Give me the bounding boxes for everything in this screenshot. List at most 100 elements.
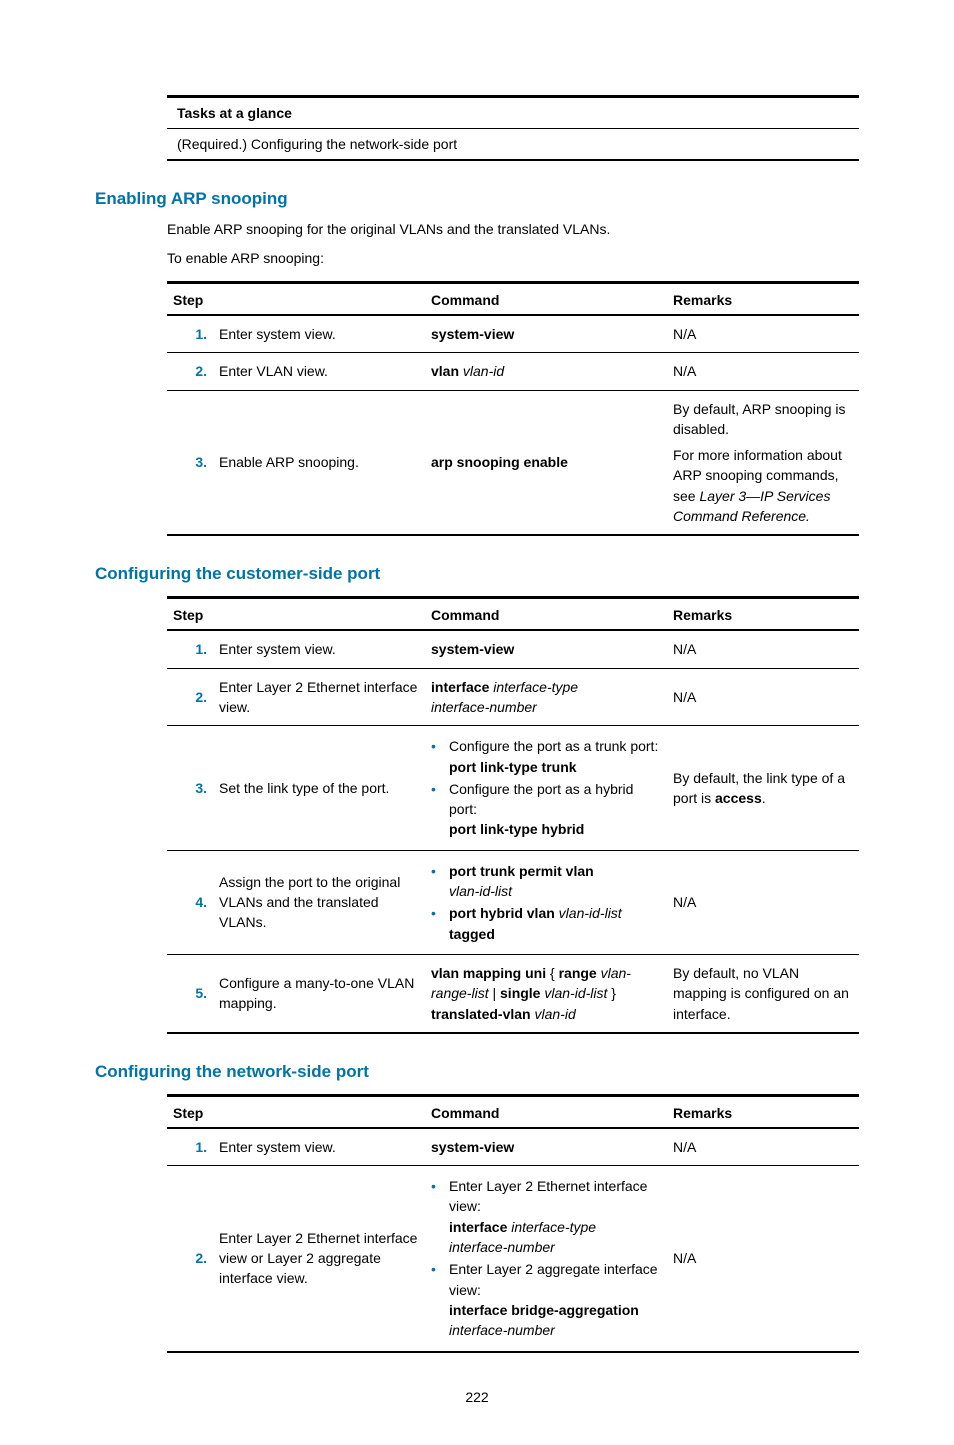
step-desc: Assign the port to the original VLANs an… [213, 850, 425, 954]
cust-th-command: Command [425, 598, 667, 631]
table-row: 1. Enter system view. system-view N/A [167, 315, 859, 353]
remarks-text: . [762, 790, 766, 806]
net-table-wrap: Step Command Remarks 1. Enter system vie… [167, 1094, 859, 1353]
cmd-bold: vlan mapping uni [431, 965, 546, 981]
step-desc: Set the link type of the port. [213, 726, 425, 850]
arp-para-2: To enable ARP snooping: [167, 248, 859, 269]
step-desc: Enter Layer 2 Ethernet interface view or… [213, 1166, 425, 1352]
cmd-text: | [489, 985, 500, 1001]
step-command: arp snooping enable [425, 390, 667, 535]
list-item: port hybrid vlan vlan-id-list tagged [431, 903, 661, 944]
cust-th-remarks: Remarks [667, 598, 859, 631]
step-remarks: N/A [667, 850, 859, 954]
step-number: 2. [167, 353, 213, 390]
net-steps-table: Step Command Remarks 1. Enter system vie… [167, 1094, 859, 1353]
net-th-remarks: Remarks [667, 1095, 859, 1128]
step-number: 1. [167, 315, 213, 353]
step-remarks: By default, the link type of a port is a… [667, 726, 859, 850]
step-number: 1. [167, 630, 213, 668]
step-number: 4. [167, 850, 213, 954]
step-remarks: N/A [667, 353, 859, 390]
page-content: Tasks at a glance (Required.) Configurin… [0, 0, 954, 1445]
step-remarks: N/A [667, 630, 859, 668]
list-item: Enter Layer 2 Ethernet interface view:in… [431, 1176, 661, 1257]
cmd-italic: vlan-id-list [540, 985, 607, 1001]
step-remarks: N/A [667, 1128, 859, 1166]
step-remarks: N/A [667, 668, 859, 726]
page-number: 222 [95, 1389, 859, 1405]
cmd-bold: translated-vlan [431, 1006, 531, 1022]
remarks-line: By default, ARP snooping is disabled. [673, 399, 853, 440]
cmd-text: Enter Layer 2 aggregate interface view: [449, 1261, 658, 1297]
cmd-bold: vlan [431, 363, 459, 379]
table-row: 1. Enter system view. system-view N/A [167, 630, 859, 668]
remarks-bold: access [715, 790, 762, 806]
table-row: 1. Enter system view. system-view N/A [167, 1128, 859, 1166]
arp-para-1: Enable ARP snooping for the original VLA… [167, 219, 859, 240]
cust-table-wrap: Step Command Remarks 1. Enter system vie… [167, 596, 859, 1033]
cmd-bold: interface [449, 1219, 507, 1235]
arp-table-wrap: Step Command Remarks 1. Enter system vie… [167, 281, 859, 536]
step-desc: Enable ARP snooping. [213, 390, 425, 535]
step-command: system-view [425, 315, 667, 353]
table-row: 5. Configure a many-to-one VLAN mapping.… [167, 954, 859, 1032]
cmd-bold: interface [431, 679, 489, 695]
net-th-command: Command [425, 1095, 667, 1128]
list-item: port trunk permit vlan vlan-id-list [431, 861, 661, 902]
cmd-bold: range [559, 965, 597, 981]
step-command: Configure the port as a trunk port: port … [425, 726, 667, 850]
heading-arp-snooping: Enabling ARP snooping [95, 189, 859, 209]
cmd-bold: interface bridge-aggregation [449, 1302, 639, 1318]
tasks-table-wrap: Tasks at a glance (Required.) Configurin… [167, 95, 859, 161]
list-item: Configure the port as a hybrid port: port… [431, 779, 661, 840]
cust-th-step: Step [167, 598, 425, 631]
cust-steps-table: Step Command Remarks 1. Enter system vie… [167, 596, 859, 1033]
step-command: port trunk permit vlan vlan-id-list port … [425, 850, 667, 954]
cmd-text: { [546, 965, 558, 981]
cmd-text: Configure the port as a trunk port: [449, 738, 658, 754]
table-row: 2. Enter Layer 2 Ethernet interface view… [167, 1166, 859, 1352]
cmd-italic: interface-number [431, 699, 537, 715]
step-desc: Enter system view. [213, 1128, 425, 1166]
step-number: 1. [167, 1128, 213, 1166]
cmd-italic: interface-type [489, 679, 578, 695]
step-command: vlan vlan-id [425, 353, 667, 390]
net-th-step: Step [167, 1095, 425, 1128]
table-row: 2. Enter VLAN view. vlan vlan-id N/A [167, 353, 859, 390]
step-remarks: By default, ARP snooping is disabled. Fo… [667, 390, 859, 535]
list-item: Enter Layer 2 aggregate interface view: i… [431, 1259, 661, 1340]
step-number: 2. [167, 668, 213, 726]
step-remarks: N/A [667, 1166, 859, 1352]
step-number: 2. [167, 1166, 213, 1352]
table-row: 3. Set the link type of the port. Config… [167, 726, 859, 850]
step-desc: Enter system view. [213, 630, 425, 668]
cmd-italic: interface-type [507, 1219, 596, 1235]
heading-network-side: Configuring the network-side port [95, 1062, 859, 1082]
table-row: 4. Assign the port to the original VLANs… [167, 850, 859, 954]
arp-th-command: Command [425, 283, 667, 316]
cmd-bold: port link-type hybrid [449, 821, 584, 837]
cmd-text: Configure the port as a hybrid port: [449, 781, 633, 817]
step-command: system-view [425, 630, 667, 668]
cmd-text: } [607, 985, 616, 1001]
cmd-bold: tagged [449, 926, 495, 942]
table-row: 2. Enter Layer 2 Ethernet interface view… [167, 668, 859, 726]
cmd-italic: vlan-id [459, 363, 504, 379]
heading-customer-side: Configuring the customer-side port [95, 564, 859, 584]
table-row: 3. Enable ARP snooping. arp snooping ena… [167, 390, 859, 535]
step-desc: Configure a many-to-one VLAN mapping. [213, 954, 425, 1032]
step-desc: Enter VLAN view. [213, 353, 425, 390]
step-command: vlan mapping uni { range vlan-range-list… [425, 954, 667, 1032]
cmd-italic: vlan-id-list [449, 883, 512, 899]
step-command: interface interface-type interface-number [425, 668, 667, 726]
cmd-italic: interface-number [449, 1322, 555, 1338]
step-command: system-view [425, 1128, 667, 1166]
arp-steps-table: Step Command Remarks 1. Enter system vie… [167, 281, 859, 536]
step-number: 3. [167, 390, 213, 535]
cmd-italic: interface-number [449, 1239, 555, 1255]
arp-th-step: Step [167, 283, 425, 316]
cmd-italic: vlan-id-list [555, 905, 622, 921]
cmd-bold: port link-type trunk [449, 759, 577, 775]
cmd-bold: port trunk permit vlan [449, 863, 594, 879]
step-number: 5. [167, 954, 213, 1032]
